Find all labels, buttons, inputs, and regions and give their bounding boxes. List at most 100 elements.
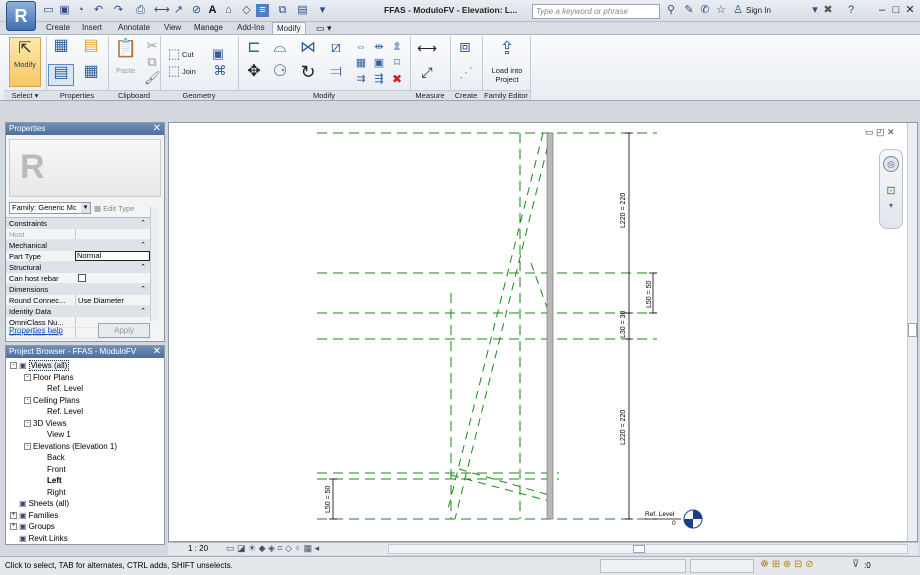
property-checkbox[interactable] (78, 274, 86, 282)
browser-item[interactable]: -3D Views (10, 418, 164, 430)
save-icon[interactable]: ▣ (58, 4, 71, 17)
load-into-project-icon[interactable]: ⇪ (494, 39, 520, 62)
thin-lines-icon[interactable]: ≡ (256, 4, 269, 17)
property-category[interactable]: Dimensions ⌃ (6, 284, 150, 295)
properties-toggle-icon[interactable]: ▤ (48, 64, 74, 86)
measure-icon[interactable]: ⟷ (154, 4, 170, 17)
communication-icon[interactable]: ✆ (698, 4, 712, 17)
load-into-label-2[interactable]: Project (490, 75, 524, 84)
tab-annotate[interactable]: Annotate (114, 22, 154, 34)
workset-field[interactable] (600, 559, 686, 573)
close-window-icon[interactable]: ✕ (904, 4, 916, 17)
level-head-icon[interactable] (683, 509, 703, 529)
mirror-axis-icon[interactable]: ⋈ (298, 40, 318, 60)
tab-view[interactable]: View (160, 22, 185, 34)
properties-help-link[interactable]: Properties help (9, 326, 63, 335)
unpin-icon[interactable]: ⇭ (390, 39, 404, 53)
type-selector-preview[interactable]: R (9, 139, 161, 197)
delete-icon[interactable]: ✖ (390, 71, 404, 86)
family-category-icon[interactable]: ▦ (78, 64, 104, 86)
expand-toggle-icon[interactable]: - (24, 442, 31, 450)
properties-scrollbar[interactable] (150, 207, 159, 321)
expand-toggle-icon[interactable]: + (10, 511, 17, 519)
zoom-region-icon[interactable]: ⊡ (884, 184, 898, 197)
customize-toolbar-icon[interactable]: ▾ (316, 4, 329, 17)
collapse-icon[interactable]: ⌃ (140, 284, 146, 295)
binoculars-icon[interactable]: ⚲ (664, 4, 678, 17)
property-value-input[interactable]: Normal (75, 251, 150, 261)
split-gap-icon[interactable]: ⇹ (372, 39, 386, 53)
maximize-icon[interactable]: □ (890, 4, 902, 17)
cut-label[interactable]: Cut (182, 50, 194, 59)
chevron-down-icon[interactable]: ▾ (884, 201, 898, 210)
level-elevation[interactable]: 0 (672, 520, 676, 527)
close-icon[interactable]: ✕ (153, 123, 161, 135)
measure-distance-icon[interactable]: ⤢ (414, 64, 440, 84)
sync-icon[interactable]: ◔ (74, 4, 87, 17)
join-geometry-icon[interactable]: ⬚ (166, 63, 182, 79)
subscription-icon[interactable]: ✎ (682, 4, 696, 17)
browser-item[interactable]: Left (10, 475, 164, 487)
browser-item[interactable]: - Floor Plans (10, 372, 164, 384)
browser-item[interactable]: - Ceiling Plans (10, 395, 164, 407)
sign-in-link[interactable]: Sign In (746, 6, 771, 15)
expand-toggle-icon[interactable]: - (24, 373, 31, 381)
browser-item[interactable]: Front (10, 464, 164, 476)
wall-joins-icon[interactable]: ▣ (210, 46, 226, 62)
expand-toggle-icon[interactable]: - (10, 362, 17, 370)
edit-type-button[interactable]: ▦ Edit Type (94, 204, 134, 213)
aligned-dimension-icon[interactable]: ⟷ (414, 40, 440, 60)
close-icon[interactable]: ✕ (153, 346, 161, 358)
tab-manage[interactable]: Manage (190, 22, 227, 34)
browser-item[interactable]: ▣ Revit Links (10, 533, 164, 545)
section-icon[interactable]: ◇ (240, 4, 253, 17)
property-row[interactable]: Part Type Normal (6, 251, 150, 262)
tag-icon[interactable]: ⊘ (190, 4, 203, 17)
load-into-label-1[interactable]: Load into (490, 66, 524, 75)
split-face-icon[interactable]: ⌘ (212, 63, 228, 79)
property-row[interactable]: Round Connec... Use Diameter (6, 295, 150, 306)
property-category[interactable]: Structural ⌃ (6, 262, 150, 273)
open-icon[interactable]: ▭ (42, 4, 55, 17)
dropdown-icon[interactable]: ▾ (810, 4, 820, 17)
trim-multiple-icon[interactable]: ⇉ (354, 71, 368, 85)
select-panel-label[interactable]: Select (12, 91, 33, 100)
tab-insert[interactable]: Insert (78, 22, 106, 34)
application-menu-button[interactable]: R (6, 1, 36, 31)
collapse-icon[interactable]: ⌃ (140, 306, 146, 317)
property-row[interactable]: Can host rebar (6, 273, 150, 284)
switch-windows-icon[interactable]: ▤ (296, 4, 309, 17)
browser-item[interactable]: Ref. Level (10, 383, 164, 395)
browser-item[interactable]: + ▣ Groups (10, 521, 164, 533)
tab-add-ins[interactable]: Add-Ins (233, 22, 269, 34)
horizontal-scrollbar[interactable] (388, 544, 908, 554)
redo-icon[interactable]: ↷ (112, 4, 125, 17)
design-option-field[interactable] (690, 559, 754, 573)
tab-create[interactable]: Create (42, 22, 74, 34)
search-input[interactable]: Type a keyword or phrase (532, 4, 660, 19)
cut-geometry-icon[interactable]: ⬚ (166, 46, 182, 62)
offset-icon[interactable]: ⌓ (270, 40, 290, 60)
modify-button[interactable]: ⇱ Modify (9, 37, 41, 87)
user-icon[interactable]: ♙ (732, 4, 744, 17)
exchange-icon[interactable]: ✖ (820, 4, 836, 17)
browser-item[interactable]: ▣ Sheets (all) (10, 498, 164, 510)
scroll-thumb[interactable] (633, 545, 645, 553)
collapse-icon[interactable]: ⌃ (140, 218, 146, 229)
panel-select[interactable]: Select ▾ (4, 90, 46, 100)
scroll-thumb[interactable] (908, 323, 917, 337)
family-types-icon[interactable]: ▤ (78, 38, 104, 58)
close-hidden-icon[interactable]: ⧉ (276, 4, 289, 17)
mirror-draw-icon[interactable]: ⧄ (326, 40, 346, 60)
view-scale[interactable]: 1 : 20 (188, 544, 208, 553)
ribbon-toggle-icon[interactable]: ▭ ▾ (312, 22, 336, 34)
property-category[interactable]: Mechanical ⌃ (6, 240, 150, 251)
chevron-down-icon[interactable]: ▾ (81, 203, 90, 213)
paste-icon[interactable]: 📋 (114, 39, 138, 62)
browser-item[interactable]: Right (10, 487, 164, 499)
filter-icon[interactable]: ⊽ (852, 559, 859, 570)
expand-toggle-icon[interactable]: + (10, 523, 17, 531)
copy-element-icon[interactable]: ⚆ (270, 64, 290, 84)
property-category[interactable]: Identity Data ⌃ (6, 306, 150, 317)
split-icon[interactable]: ⇔ (354, 39, 368, 53)
